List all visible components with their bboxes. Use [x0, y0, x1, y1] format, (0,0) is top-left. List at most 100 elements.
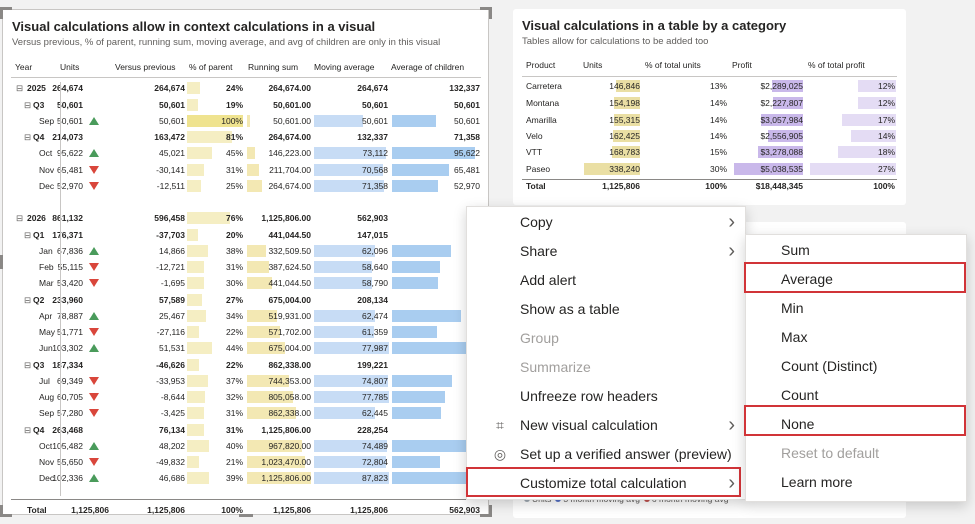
- table-visual[interactable]: Visual calculations in a table by a cate…: [513, 9, 906, 205]
- cell-mavg[interactable]: 61,359: [308, 326, 388, 338]
- cell-units[interactable]: 60,705: [3, 391, 83, 403]
- cell-rsum[interactable]: 675,004.00: [231, 294, 311, 306]
- cell-units[interactable]: 50,601: [3, 115, 83, 127]
- cell-units[interactable]: 53,420: [3, 277, 83, 289]
- cell-rsum[interactable]: 50,601.00: [231, 99, 311, 111]
- cell-rsum[interactable]: 519,931.00: [231, 310, 311, 322]
- column-header[interactable]: Profit: [732, 59, 752, 71]
- cell-mavg[interactable]: 58,790: [308, 277, 388, 289]
- cell-units[interactable]: 55,650: [3, 456, 83, 468]
- cell-mavg[interactable]: 71,358: [308, 180, 388, 192]
- cell-rsum[interactable]: 1,125,806.00: [231, 424, 311, 436]
- cell-mavg[interactable]: 147,015: [308, 229, 388, 241]
- cell-mavg[interactable]: 208,134: [308, 294, 388, 306]
- menu-item-summarize[interactable]: Summarize: [467, 353, 745, 382]
- cell-mavg[interactable]: 199,221: [308, 359, 388, 371]
- cell-rsum[interactable]: 571,702.00: [231, 326, 311, 338]
- cell-rsum[interactable]: 264,674.00: [231, 180, 311, 192]
- profit-value[interactable]: $2,556,905: [723, 130, 803, 142]
- column-header[interactable]: Running sum: [248, 61, 298, 73]
- product-name[interactable]: Amarilla: [526, 114, 557, 126]
- units-value[interactable]: 338,240: [560, 163, 640, 175]
- pct-units-value[interactable]: 14%: [647, 97, 727, 109]
- cell-units[interactable]: 176,371: [3, 229, 83, 241]
- cell-rsum[interactable]: 441,044.50: [231, 229, 311, 241]
- column-header[interactable]: Average of children: [391, 61, 464, 73]
- cell-avgc[interactable]: 52,970: [400, 180, 480, 192]
- profit-value[interactable]: $2,227,807: [723, 97, 803, 109]
- cell-mavg[interactable]: 228,254: [308, 424, 388, 436]
- profit-value[interactable]: $3,278,088: [723, 146, 803, 158]
- column-header[interactable]: % of total units: [645, 59, 701, 71]
- cell-units[interactable]: 51,771: [3, 326, 83, 338]
- cell-units[interactable]: 105,482: [3, 440, 83, 452]
- cell-units[interactable]: 78,887: [3, 310, 83, 322]
- pct-units-value[interactable]: 13%: [647, 80, 727, 92]
- product-name[interactable]: Velo: [526, 130, 543, 142]
- cell-avgc[interactable]: 50,601: [400, 115, 480, 127]
- cell-rsum[interactable]: 146,223.00: [231, 147, 311, 159]
- pct-profit-value[interactable]: 12%: [815, 97, 895, 109]
- cell-mavg[interactable]: 87,823: [308, 472, 388, 484]
- submenu-item-max[interactable]: Max: [746, 323, 966, 352]
- units-value[interactable]: 168,783: [560, 146, 640, 158]
- menu-item-unfreeze-row-headers[interactable]: Unfreeze row headers: [467, 382, 745, 411]
- cell-units[interactable]: 55,115: [3, 261, 83, 273]
- units-value[interactable]: 154,198: [560, 97, 640, 109]
- menu-item-new-visual-calculation[interactable]: ⌗ New visual calculation ›: [467, 411, 745, 440]
- cell-mavg[interactable]: 62,096: [308, 245, 388, 257]
- cell-avgc[interactable]: 95,622: [400, 147, 480, 159]
- cell-rsum[interactable]: 264,674.00: [231, 82, 311, 94]
- cell-rsum[interactable]: 862,338.00: [231, 407, 311, 419]
- cell-units[interactable]: 187,334: [3, 359, 83, 371]
- product-name[interactable]: Carretera: [526, 80, 562, 92]
- cell-mavg[interactable]: 62,445: [308, 407, 388, 419]
- resize-handle-bottom-left-v[interactable]: [0, 505, 3, 517]
- cell-rsum[interactable]: 967,820.00: [231, 440, 311, 452]
- cell-units[interactable]: 69,349: [3, 375, 83, 387]
- cell-rsum[interactable]: 332,509.50: [231, 245, 311, 257]
- matrix-visual[interactable]: Visual calculations allow in context cal…: [2, 9, 489, 515]
- cell-rsum[interactable]: 264,674.00: [231, 131, 311, 143]
- product-name[interactable]: Montana: [526, 97, 559, 109]
- cell-avgc[interactable]: 71,358: [400, 131, 480, 143]
- units-value[interactable]: 162,425: [560, 130, 640, 142]
- column-header[interactable]: Units: [60, 61, 79, 73]
- column-header[interactable]: % of parent: [189, 61, 232, 73]
- cell-units[interactable]: 233,960: [3, 294, 83, 306]
- column-header[interactable]: Units: [583, 59, 602, 71]
- context-menu[interactable]: Copy › Share › Add alert Show as a table Group…: [466, 206, 746, 500]
- cell-rsum[interactable]: 50,601.00: [231, 115, 311, 127]
- cell-rsum[interactable]: 1,023,470.00: [231, 456, 311, 468]
- menu-item-copy[interactable]: Copy ›: [467, 208, 745, 237]
- product-name[interactable]: Paseo: [526, 163, 550, 175]
- column-header[interactable]: Year: [15, 61, 32, 73]
- cell-mavg[interactable]: 264,674: [308, 82, 388, 94]
- menu-item-group[interactable]: Group: [467, 324, 745, 353]
- profit-value[interactable]: $2,289,025: [723, 80, 803, 92]
- pct-units-value[interactable]: 14%: [647, 130, 727, 142]
- submenu-item-sum[interactable]: Sum: [746, 236, 966, 265]
- cell-rsum[interactable]: 211,704.00: [231, 164, 311, 176]
- column-header[interactable]: Product: [526, 59, 555, 71]
- profit-value[interactable]: $5,038,535: [723, 163, 803, 175]
- cell-mavg[interactable]: 62,474: [308, 310, 388, 322]
- cell-mavg[interactable]: 50,601: [308, 115, 388, 127]
- cell-units[interactable]: 103,302: [3, 342, 83, 354]
- column-header[interactable]: % of total profit: [808, 59, 865, 71]
- pct-profit-value[interactable]: 14%: [815, 130, 895, 142]
- pct-units-value[interactable]: 14%: [647, 114, 727, 126]
- cell-units[interactable]: 67,836: [3, 245, 83, 257]
- cell-rsum[interactable]: 862,338.00: [231, 359, 311, 371]
- cell-mavg[interactable]: 74,807: [308, 375, 388, 387]
- cell-units[interactable]: 214,073: [3, 131, 83, 143]
- pct-units-value[interactable]: 30%: [647, 163, 727, 175]
- pct-profit-value[interactable]: 12%: [815, 80, 895, 92]
- cell-units[interactable]: 52,970: [3, 180, 83, 192]
- cell-avgc[interactable]: 132,337: [400, 82, 480, 94]
- cell-mavg[interactable]: 50,601: [308, 99, 388, 111]
- menu-item-add-alert[interactable]: Add alert: [467, 266, 745, 295]
- column-header[interactable]: Moving average: [314, 61, 374, 73]
- cell-mavg[interactable]: 70,568: [308, 164, 388, 176]
- cell-rsum[interactable]: 441,044.50: [231, 277, 311, 289]
